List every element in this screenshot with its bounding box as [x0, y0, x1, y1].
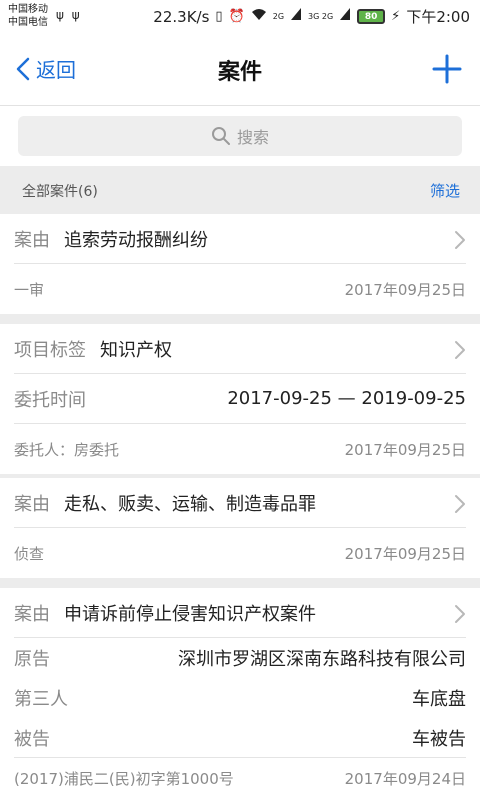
case-date: 2017年09月25日 [344, 280, 466, 299]
page-title: 案件 [217, 60, 262, 85]
field-label: 案由 [14, 229, 50, 251]
field-label: 原告 [14, 649, 50, 670]
case-meta-row: 侦查 2017年09月25日 [14, 528, 466, 578]
filter-bar: 全部案件(6) 筛选 [0, 166, 480, 212]
case-title-row: 案由 申请诉前停止侵害知识产权案件 [14, 588, 466, 638]
search-area: 搜索 [0, 106, 480, 166]
charging-icon: ⚡ [391, 8, 401, 24]
plaintiff-row: 原告 深圳市罗湖区深南东路科技有限公司 [14, 638, 466, 678]
project-tag: 知识产权 [100, 339, 172, 361]
network-2g: 2G [272, 11, 285, 21]
carrier-2: 中国电信 [8, 17, 48, 28]
defendant-value: 车被告 [412, 728, 466, 750]
chevron-right-icon [455, 495, 465, 513]
case-date: 2017年09月25日 [344, 544, 466, 563]
case-meta-row: 委托人：房委托 2017年09月25日 [14, 424, 466, 474]
case-title: 追索劳动报酬纠纷 [64, 229, 208, 251]
nav-bar: 返回 案件 [0, 34, 480, 106]
vibrate-icon: ▯ [215, 8, 223, 24]
search-placeholder: 搜索 [236, 128, 269, 147]
field-label: 第三人 [14, 689, 68, 710]
alarm-icon: ⏰ [228, 8, 245, 24]
case-count: 全部案件(6) [22, 184, 98, 200]
case-date: 2017年09月25日 [344, 440, 466, 459]
plaintiff-value: 深圳市罗湖区深南东路科技有限公司 [178, 649, 466, 670]
signal-icon-1 [290, 7, 302, 26]
clock: 下午2:00 [406, 8, 470, 26]
third-party-value: 车底盘 [412, 689, 466, 710]
case-number: (2017)浦民二(民)初字第1000号 [14, 769, 234, 788]
search-input[interactable]: 搜索 [18, 116, 462, 156]
carrier-info: 中国移动 中国电信 [8, 3, 48, 29]
period-row: 委托时间 2017-09-25 — 2019-09-25 [14, 374, 466, 424]
case-date: 2017年09月24日 [344, 769, 466, 788]
case-card[interactable]: 案由 申请诉前停止侵害知识产权案件 原告 深圳市罗湖区深南东路科技有限公司 第三… [0, 588, 480, 800]
signal-icon-2 [339, 7, 351, 26]
search-icon [211, 127, 230, 145]
case-title-row: 项目标签 知识产权 [14, 324, 466, 374]
add-icon[interactable] [432, 54, 462, 84]
filter-button[interactable]: 筛选 [430, 180, 460, 201]
chevron-right-icon [455, 341, 465, 359]
third-party-row: 第三人 车底盘 [14, 678, 466, 718]
case-title-row: 案由 走私、贩卖、运输、制造毒品罪 [14, 478, 466, 528]
field-label: 案由 [14, 603, 50, 625]
status-right: 22.3K/s ▯ ⏰ 2G 3G 2G 80 ⚡ 下午2:00 [153, 6, 470, 27]
field-label: 被告 [14, 728, 50, 750]
case-stage: 一审 [14, 280, 45, 299]
field-label: 项目标签 [14, 339, 86, 361]
defendant-row: 被告 车被告 [14, 718, 466, 758]
carrier-1: 中国移动 [8, 4, 48, 15]
wifi-icon [251, 7, 267, 26]
field-label: 案由 [14, 493, 50, 515]
net-speed: 22.3K/s [153, 7, 210, 26]
chevron-right-icon [455, 605, 465, 623]
case-card[interactable]: 案由 追索劳动报酬纠纷 一审 2017年09月25日 [0, 214, 480, 314]
case-title: 申请诉前停止侵害知识产权案件 [64, 603, 316, 625]
client-info: 委托人：房委托 [14, 440, 120, 459]
network-3g2g: 3G 2G [308, 11, 334, 21]
field-label: 委托时间 [14, 389, 86, 411]
battery-icon: 80 [357, 9, 386, 24]
period-value: 2017-09-25 — 2019-09-25 [227, 388, 466, 409]
case-stage: 侦查 [14, 544, 45, 563]
case-meta-row: (2017)浦民二(民)初字第1000号 2017年09月24日 [14, 758, 466, 798]
case-title-row: 案由 追索劳动报酬纠纷 [14, 214, 466, 264]
case-title: 走私、贩卖、运输、制造毒品罪 [64, 493, 316, 515]
case-meta-row: 一审 2017年09月25日 [14, 264, 466, 314]
chevron-right-icon [455, 231, 465, 249]
case-card[interactable]: 项目标签 知识产权 委托时间 2017-09-25 — 2019-09-25 委… [0, 324, 480, 474]
usb-icon: ψ ψ [56, 8, 82, 22]
status-bar: 中国移动 中国电信 ψ ψ 22.3K/s ▯ ⏰ 2G 3G 2G 80 ⚡ … [0, 0, 480, 34]
case-card[interactable]: 案由 走私、贩卖、运输、制造毒品罪 侦查 2017年09月25日 [0, 478, 480, 578]
